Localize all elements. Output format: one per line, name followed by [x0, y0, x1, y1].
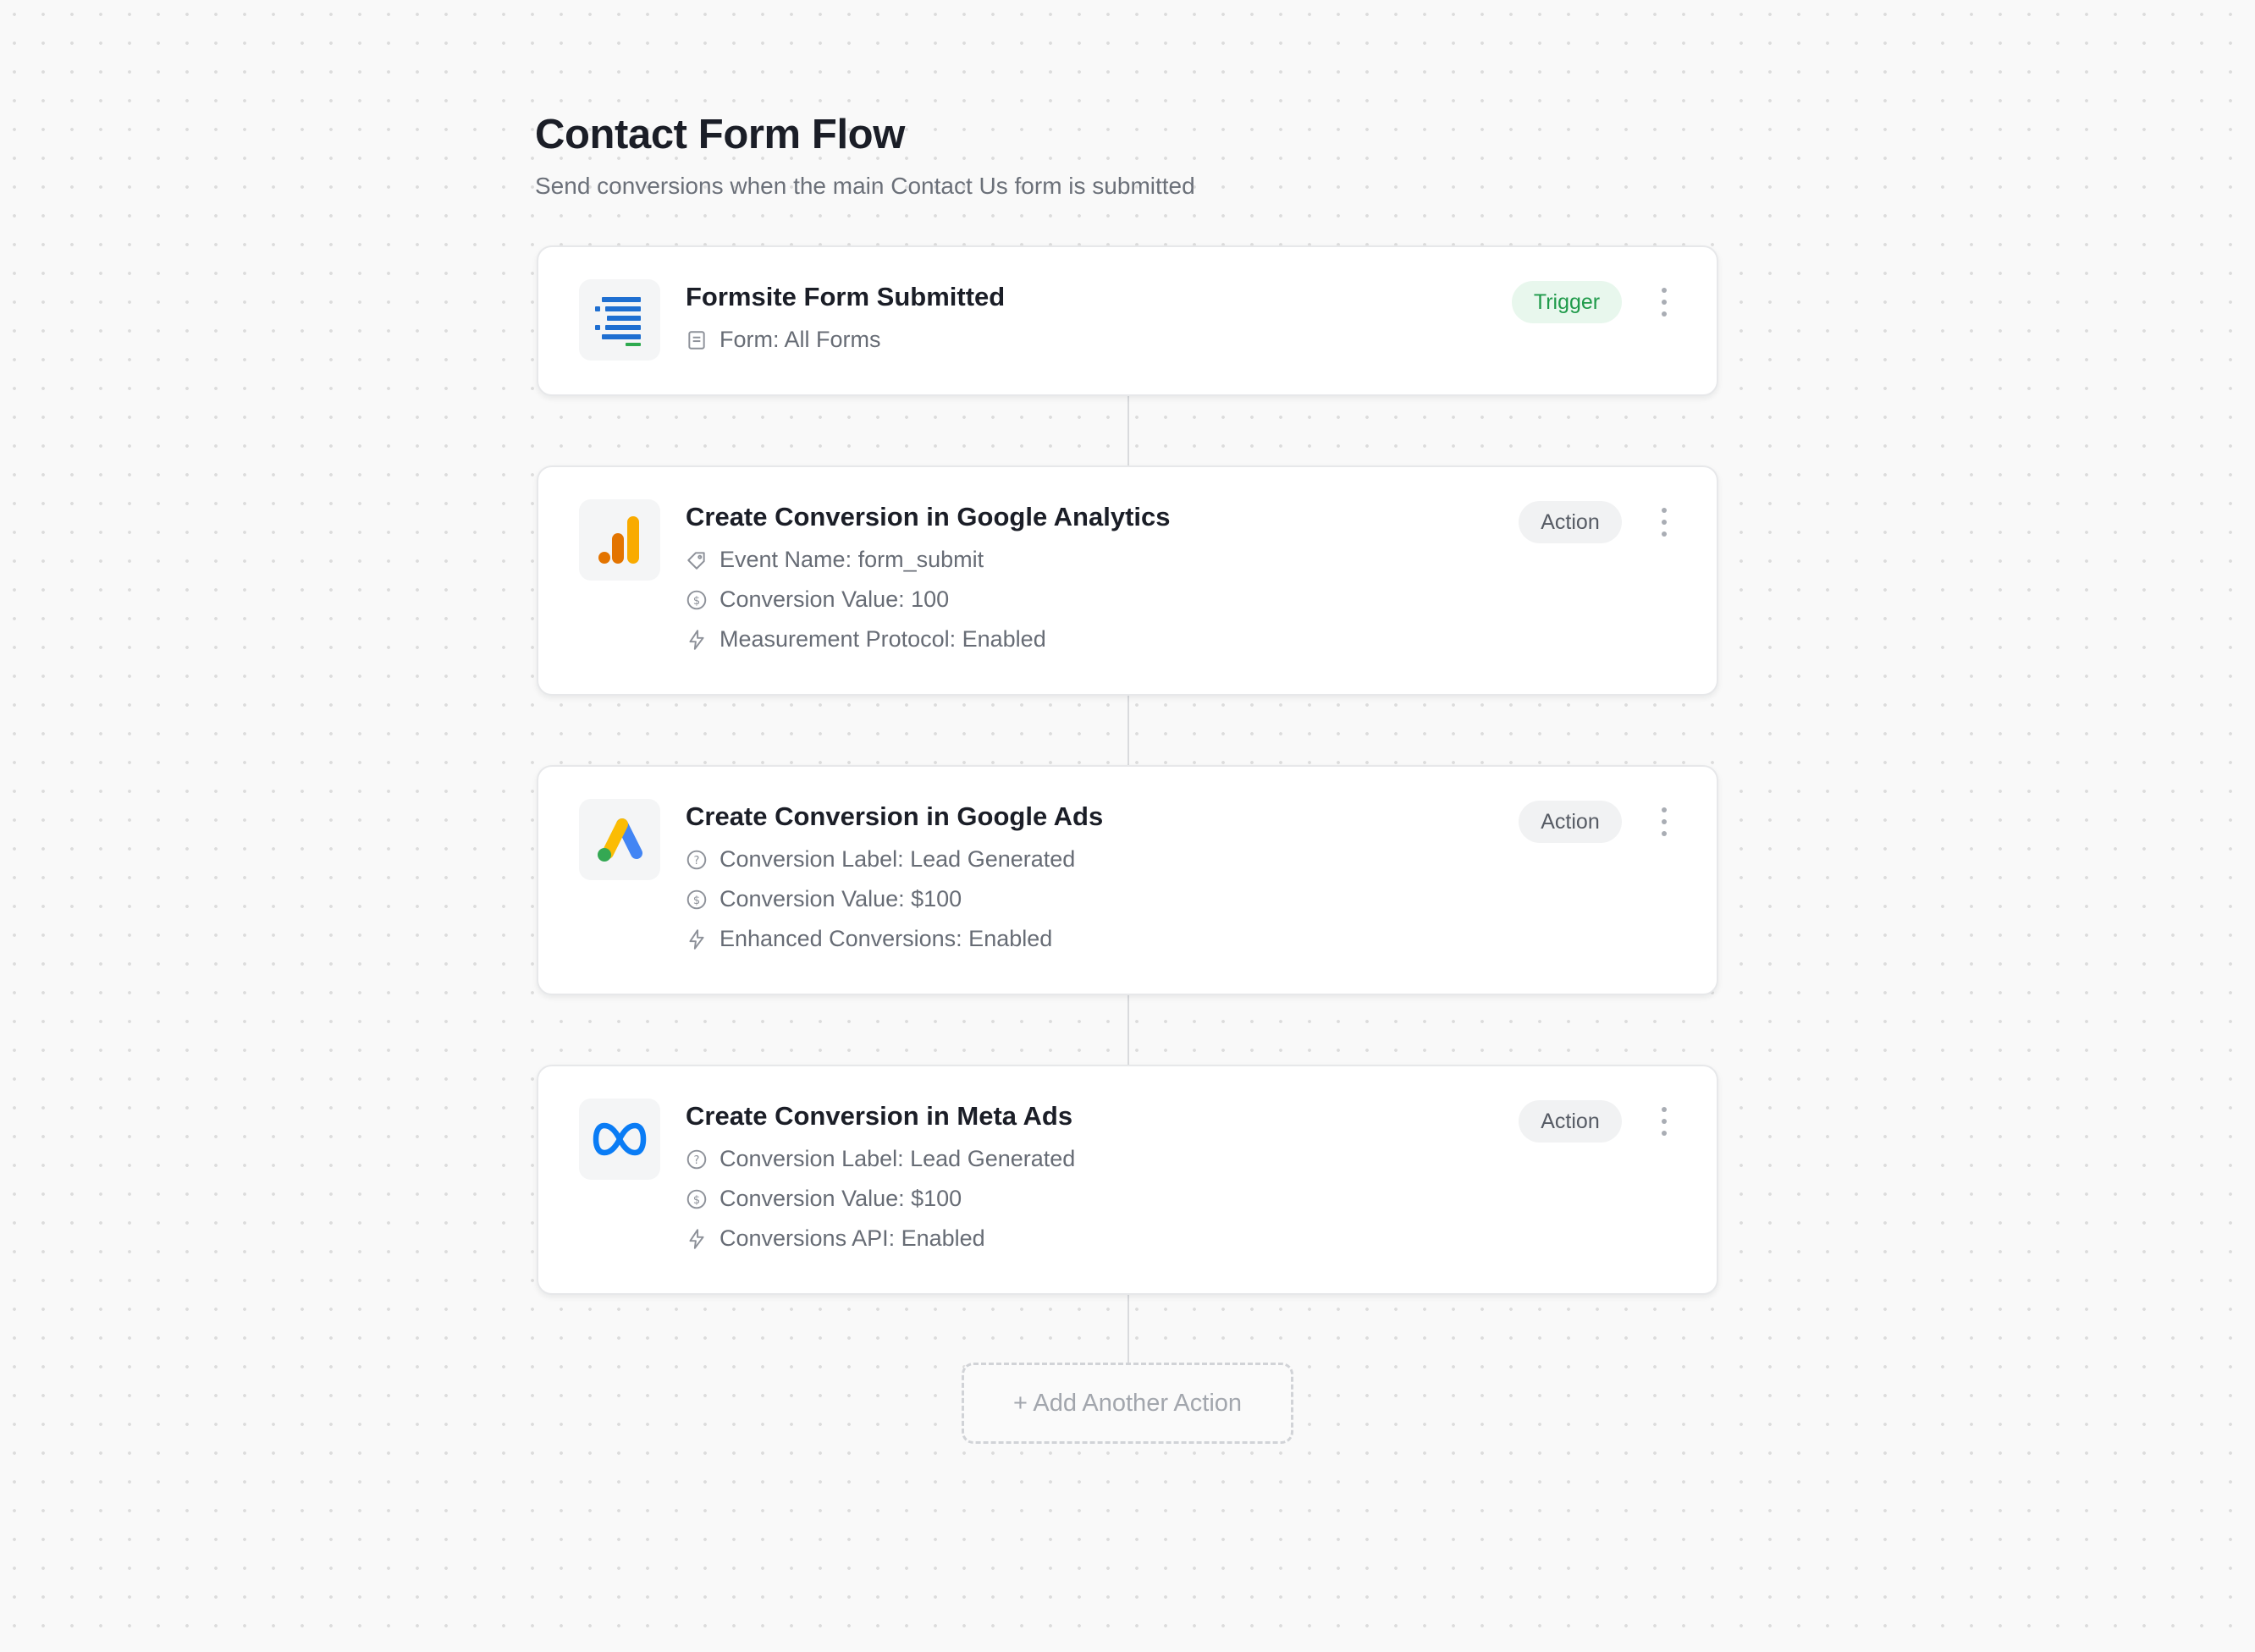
action-badge: Action [1519, 801, 1622, 843]
dollar-icon: $ [686, 589, 708, 611]
action-card-meta-ads[interactable]: Create Conversion in Meta Ads ? Conversi… [537, 1065, 1718, 1295]
detail-text: Conversions API: Enabled [720, 1225, 985, 1251]
svg-text:?: ? [694, 854, 700, 867]
action-badge: Action [1519, 501, 1622, 543]
formsite-logo-icon [579, 279, 660, 361]
action-card-google-analytics[interactable]: Create Conversion in Google Analytics Ev… [537, 465, 1718, 696]
step-detail: $ Conversion Value: $100 [686, 879, 1446, 919]
detail-text: Conversion Value: $100 [720, 1186, 962, 1211]
detail-text: Conversion Value: $100 [720, 886, 962, 911]
step-detail: $ Conversion Value: 100 [686, 580, 1446, 620]
google-analytics-logo-icon [579, 499, 660, 581]
svg-text:$: $ [693, 894, 700, 906]
flow-connector [1128, 994, 1129, 1065]
svg-text:$: $ [693, 1193, 700, 1206]
more-options-icon[interactable] [1656, 508, 1673, 537]
trigger-badge: Trigger [1512, 281, 1622, 323]
add-another-action-button[interactable]: + Add Another Action [962, 1363, 1293, 1444]
step-detail: $ Conversion Value: $100 [686, 1179, 1446, 1219]
svg-text:$: $ [693, 594, 700, 607]
action-badge: Action [1519, 1100, 1622, 1143]
more-options-icon[interactable] [1656, 288, 1673, 317]
step-title: Create Conversion in Meta Ads [686, 1101, 1073, 1131]
google-ads-logo-icon [579, 799, 660, 880]
detail-text: Measurement Protocol: Enabled [720, 626, 1046, 652]
page-subtitle: Send conversions when the main Contact U… [535, 173, 1195, 199]
dollar-icon: $ [686, 1188, 708, 1210]
meta-logo-icon [579, 1099, 660, 1180]
step-title: Create Conversion in Google Analytics [686, 502, 1171, 531]
more-options-icon[interactable] [1656, 1107, 1673, 1136]
step-detail: Measurement Protocol: Enabled [686, 620, 1446, 659]
step-detail: ? Conversion Label: Lead Generated [686, 840, 1446, 879]
help-circle-icon: ? [686, 849, 708, 871]
step-title: Create Conversion in Google Ads [686, 801, 1104, 831]
help-circle-icon: ? [686, 1148, 708, 1170]
form-icon [686, 329, 708, 351]
detail-text: Form: All Forms [720, 327, 881, 352]
flow-connector [1128, 694, 1129, 765]
action-card-google-ads[interactable]: Create Conversion in Google Ads ? Conver… [537, 765, 1718, 995]
step-title: Formsite Form Submitted [686, 282, 1006, 311]
detail-text: Conversion Value: 100 [720, 586, 950, 612]
bolt-icon [686, 1228, 708, 1250]
page-title: Contact Form Flow [535, 112, 905, 157]
tag-icon [686, 549, 708, 571]
trigger-card-formsite[interactable]: Formsite Form Submitted Form: All Forms … [537, 245, 1718, 396]
more-options-icon[interactable] [1656, 807, 1673, 836]
step-detail: Event Name: form_submit [686, 540, 1446, 580]
detail-text: Enhanced Conversions: Enabled [720, 926, 1053, 951]
flow-connector [1128, 1293, 1129, 1364]
bolt-icon [686, 928, 708, 950]
detail-text: Conversion Label: Lead Generated [720, 846, 1076, 872]
detail-text: Event Name: form_submit [720, 547, 984, 572]
flow-connector [1128, 394, 1129, 465]
step-detail: Conversions API: Enabled [686, 1219, 1446, 1258]
step-detail: Enhanced Conversions: Enabled [686, 919, 1446, 959]
bolt-icon [686, 629, 708, 651]
dollar-icon: $ [686, 889, 708, 911]
step-detail: ? Conversion Label: Lead Generated [686, 1139, 1446, 1179]
svg-text:?: ? [694, 1154, 700, 1166]
step-detail: Form: All Forms [686, 320, 1446, 360]
detail-text: Conversion Label: Lead Generated [720, 1146, 1076, 1171]
page-header: Contact Form Flow Send conversions when … [535, 108, 1195, 201]
